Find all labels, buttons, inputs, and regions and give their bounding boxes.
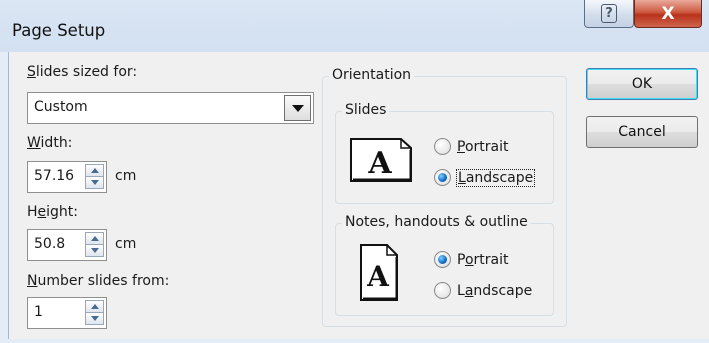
- landscape-page-icon: A: [350, 138, 412, 182]
- notes-landscape-radio[interactable]: [434, 282, 451, 299]
- slides-portrait-radio[interactable]: [434, 138, 451, 155]
- spin-down-icon: [90, 316, 99, 321]
- width-label: Width:: [27, 135, 73, 151]
- close-icon: X: [661, 3, 675, 24]
- slides-landscape-label: Landscape: [455, 168, 536, 187]
- spin-up-icon: [90, 236, 99, 241]
- width-input[interactable]: 57.16: [27, 161, 107, 193]
- spin-down-icon: [90, 180, 99, 185]
- slides-sized-for-value: Custom: [34, 99, 88, 115]
- spin-up-icon: [90, 304, 99, 309]
- notes-page-glyph: A: [366, 260, 390, 293]
- chevron-down-icon: [291, 104, 304, 112]
- orientation-group-title: Orientation: [329, 67, 415, 83]
- slides-landscape-option[interactable]: Landscape: [434, 168, 536, 187]
- cancel-button[interactable]: Cancel: [586, 116, 698, 148]
- width-unit: cm: [115, 168, 137, 184]
- width-value: 57.16: [34, 168, 75, 184]
- number-from-spin-down-button[interactable]: [85, 312, 104, 325]
- notes-group-title: Notes, handouts & outline: [342, 214, 531, 230]
- slides-sized-for-label: Slides sized for:: [27, 64, 138, 80]
- notes-portrait-label: Portrait: [457, 251, 509, 268]
- spin-down-icon: [90, 248, 99, 253]
- slides-group-title: Slides: [342, 102, 390, 118]
- page-setup-dialog: Page Setup ? X Slides sized for: Custom …: [0, 0, 709, 343]
- slides-landscape-radio[interactable]: [434, 169, 451, 186]
- height-spin-down-button[interactable]: [85, 244, 104, 257]
- height-unit: cm: [115, 236, 137, 252]
- help-button[interactable]: ?: [584, 0, 634, 28]
- width-spinner: [85, 164, 104, 190]
- number-from-spinner: [85, 300, 104, 326]
- help-icon: ?: [601, 4, 617, 23]
- number-slides-from-label: Number slides from:: [27, 273, 170, 289]
- number-slides-from-value: 1: [34, 304, 43, 320]
- number-slides-from-input[interactable]: 1: [27, 297, 107, 329]
- notes-landscape-label: Landscape: [457, 282, 533, 299]
- slide-page-glyph: A: [367, 146, 392, 181]
- portrait-page-icon: A: [360, 244, 398, 301]
- close-button[interactable]: X: [634, 0, 702, 28]
- spin-up-icon: [90, 168, 99, 173]
- orientation-group: Orientation Slides A Portrait Landscape: [322, 67, 567, 327]
- dialog-client-area: Slides sized for: Custom Width: 57.16 cm…: [8, 52, 709, 339]
- dropdown-arrow-button[interactable]: [284, 95, 311, 121]
- notes-portrait-option[interactable]: Portrait: [434, 251, 509, 268]
- height-label: Height:: [27, 204, 79, 220]
- slides-orientation-group: Slides A Portrait Landscape: [335, 102, 554, 204]
- width-spin-down-button[interactable]: [85, 176, 104, 189]
- slides-portrait-option[interactable]: Portrait: [434, 138, 508, 155]
- ok-button[interactable]: OK: [586, 68, 698, 100]
- height-input[interactable]: 50.8: [27, 229, 107, 261]
- title-bar: Page Setup ? X: [0, 0, 709, 52]
- notes-portrait-radio[interactable]: [434, 251, 451, 268]
- notes-landscape-option[interactable]: Landscape: [434, 282, 532, 299]
- window-title: Page Setup: [12, 21, 106, 40]
- height-spinner: [85, 232, 104, 258]
- slides-sized-for-dropdown[interactable]: Custom: [27, 92, 314, 124]
- slides-portrait-label: Portrait: [457, 138, 509, 155]
- height-value: 50.8: [34, 236, 66, 252]
- notes-orientation-group: Notes, handouts & outline A Portrait Lan…: [335, 214, 554, 316]
